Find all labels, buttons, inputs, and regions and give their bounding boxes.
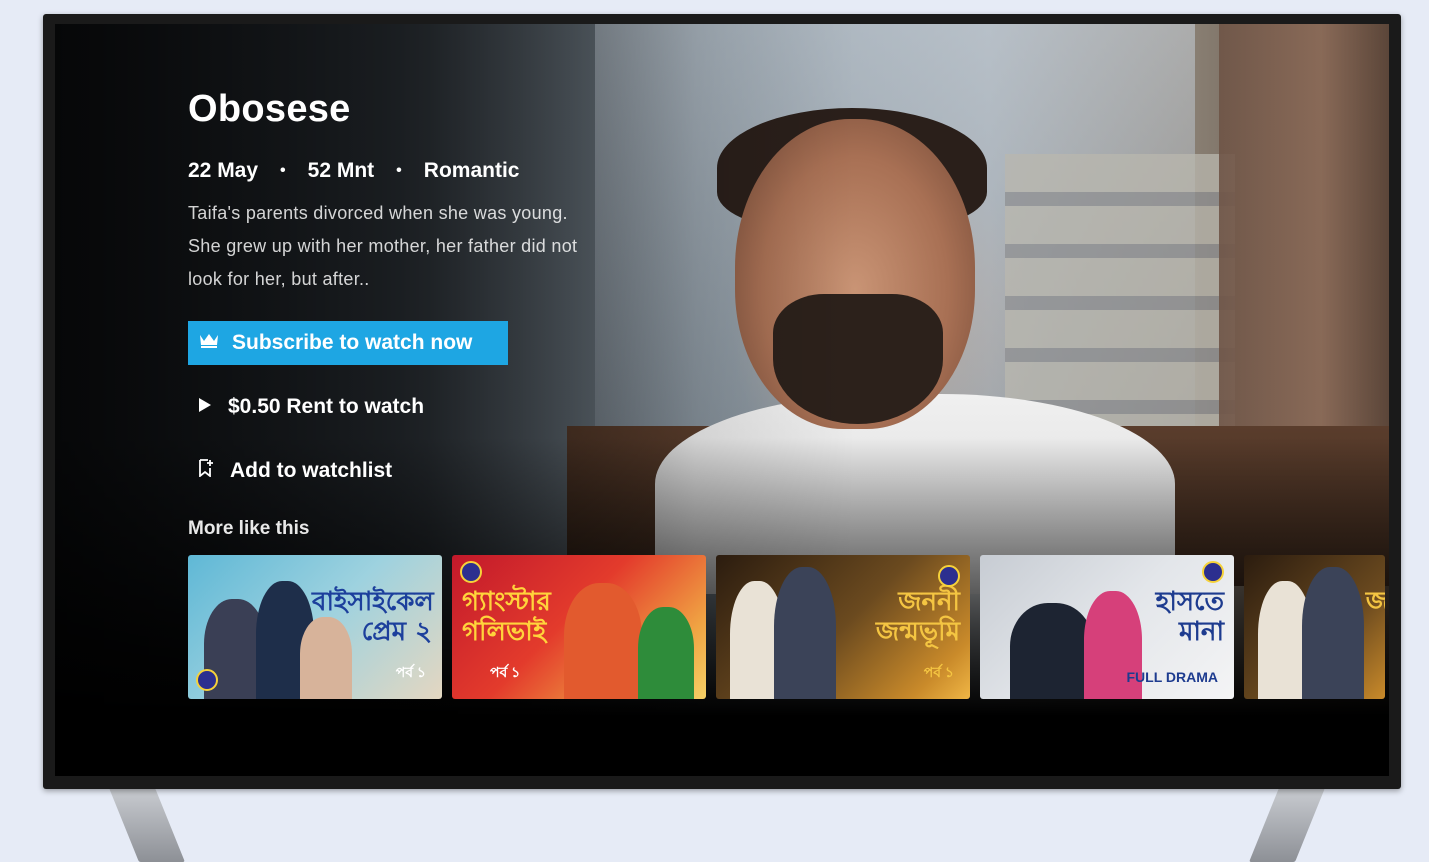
rent-button[interactable]: $0.50 Rent to watch bbox=[198, 395, 424, 419]
tile-figure bbox=[638, 607, 694, 699]
tile-title-art: গ্যাংস্টার গলিভাই bbox=[462, 587, 551, 647]
meta-separator: • bbox=[280, 162, 286, 179]
add-to-watchlist-button[interactable]: Add to watchlist bbox=[198, 459, 392, 483]
movie-title: Obosese bbox=[188, 88, 351, 130]
more-like-this-rail: বাইসাইকেল প্রেম ২ পর্ব ১ গ্যাংস্টার গলিভ… bbox=[188, 555, 1385, 699]
tile-title-art: জ bbox=[1365, 587, 1385, 617]
tv-stand-left bbox=[109, 788, 185, 862]
crown-icon bbox=[198, 331, 232, 355]
recommendation-tile[interactable]: হাসতে মানা FULL DRAMA bbox=[980, 555, 1234, 699]
rent-label: $0.50 Rent to watch bbox=[228, 395, 425, 418]
movie-details: Obosese 22 May • 52 Mnt • Romantic Taifa… bbox=[188, 88, 648, 296]
play-icon bbox=[198, 395, 228, 419]
tile-episode: পর্ব ১ bbox=[923, 664, 954, 680]
more-like-this-heading: More like this bbox=[188, 518, 310, 539]
tile-episode: পর্ব ১ bbox=[490, 664, 521, 680]
movie-description: Taifa's parents divorced when she was yo… bbox=[188, 203, 578, 289]
watchlist-label: Add to watchlist bbox=[230, 459, 393, 482]
recommendation-tile[interactable]: গ্যাংস্টার গলিভাই পর্ব ১ bbox=[452, 555, 706, 699]
subscribe-label: Subscribe to watch now bbox=[232, 331, 473, 354]
recommendation-tile[interactable]: জননী জন্মভূমি পর্ব ১ bbox=[716, 555, 970, 699]
tile-figure bbox=[774, 567, 836, 699]
channel-logo bbox=[196, 669, 218, 691]
meta-separator: • bbox=[396, 162, 402, 179]
tile-title-art: বাইসাইকেল প্রেম ২ bbox=[312, 587, 434, 647]
channel-logo bbox=[938, 565, 960, 587]
genre: Romantic bbox=[423, 159, 520, 182]
tile-episode: পর্ব ১ bbox=[395, 664, 426, 680]
tile-figure bbox=[1010, 603, 1094, 699]
subscribe-button[interactable]: Subscribe to watch now bbox=[188, 321, 508, 365]
tv-stand-right bbox=[1249, 788, 1325, 862]
tv-screen: Obosese 22 May • 52 Mnt • Romantic Taifa… bbox=[55, 24, 1389, 776]
channel-logo bbox=[460, 561, 482, 583]
tile-title-art: জননী জন্মভূমি bbox=[875, 587, 960, 647]
recommendation-tile[interactable]: জ bbox=[1244, 555, 1385, 699]
release-date: 22 May bbox=[188, 159, 259, 182]
movie-meta: 22 May • 52 Mnt • Romantic bbox=[188, 159, 648, 183]
duration: 52 Mnt bbox=[307, 159, 375, 182]
tile-tag: FULL DRAMA bbox=[1126, 669, 1218, 685]
tile-title-art: হাসতে মানা bbox=[1155, 587, 1224, 647]
channel-logo bbox=[1202, 561, 1224, 583]
bookmark-add-icon bbox=[198, 459, 230, 483]
recommendation-tile[interactable]: বাইসাইকেল প্রেম ২ পর্ব ১ bbox=[188, 555, 442, 699]
